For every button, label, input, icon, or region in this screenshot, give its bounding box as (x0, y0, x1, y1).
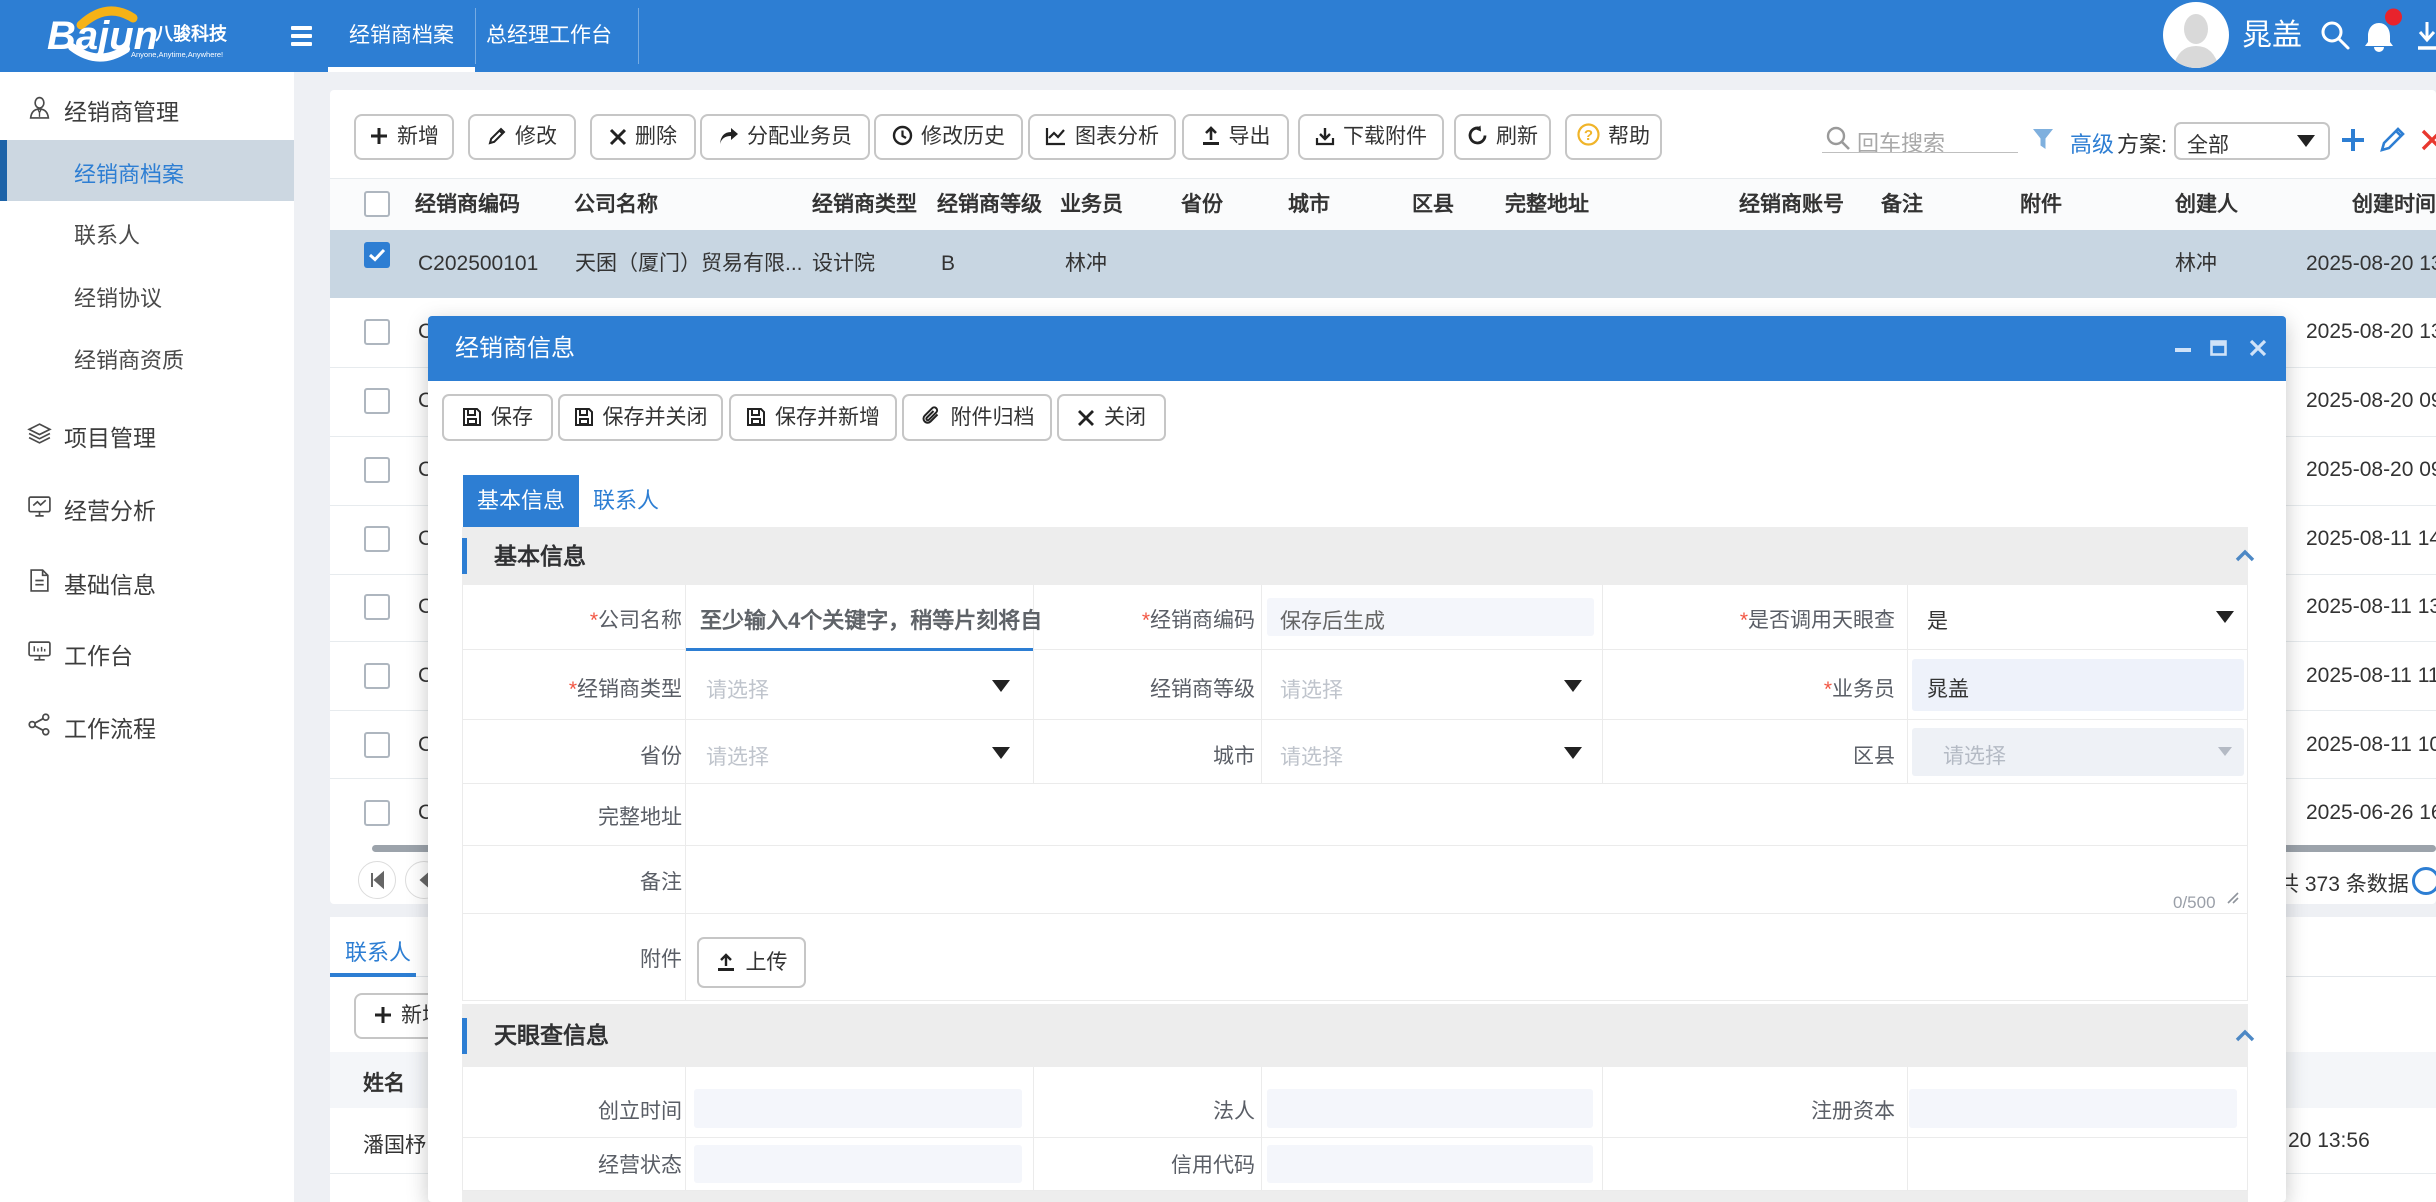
svg-text:?: ? (1584, 127, 1593, 144)
svg-text:八骏科技: 八骏科技 (155, 23, 228, 44)
svg-text:Anyone,Anytime,Anywhere!: Anyone,Anytime,Anywhere! (131, 50, 223, 59)
